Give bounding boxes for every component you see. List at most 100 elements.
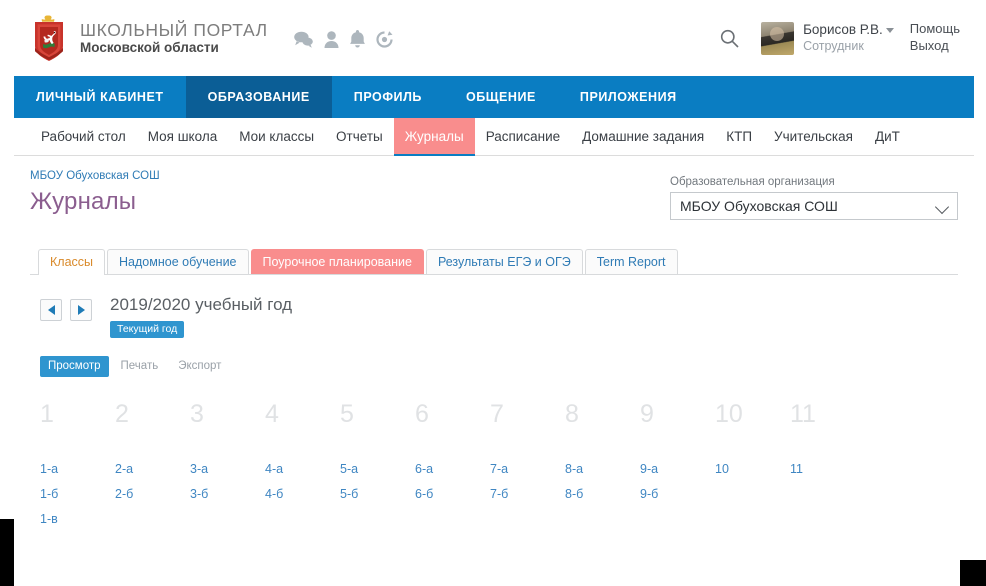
user-menu[interactable]: Борисов Р.В. Сотрудник <box>761 21 894 55</box>
subnav-item-dit[interactable]: ДиТ <box>864 118 911 155</box>
next-year-button[interactable] <box>70 299 92 321</box>
tab-bar: Классы Надомное обучение Поурочное плани… <box>30 248 958 275</box>
organization-selected-value: МБОУ Обуховская СОШ <box>680 198 838 214</box>
grade-column-3: 3 3-а 3-б <box>190 399 265 532</box>
export-button[interactable]: Экспорт <box>170 356 229 377</box>
subnav-item-moya-shkola[interactable]: Моя школа <box>137 118 228 155</box>
arrow-right-icon <box>77 305 85 315</box>
brand-subtitle: Московской области <box>80 40 219 56</box>
logout-link[interactable]: Выход <box>910 38 960 55</box>
grade-column-10: 10 10 <box>715 399 790 532</box>
subnav-item-ktp[interactable]: КТП <box>715 118 763 155</box>
grade-column-9: 9 9-а 9-б <box>640 399 715 532</box>
class-link[interactable]: 1-в <box>40 507 115 532</box>
page-edge-right <box>960 560 986 586</box>
organization-select[interactable]: МБОУ Обуховская СОШ <box>670 192 958 220</box>
class-link[interactable]: 7-а <box>490 457 565 482</box>
class-grid: 1 1-а 1-б 1-в 2 2-а 2-б 3 3-а 3-б 4 4-а … <box>30 399 958 532</box>
main-content: МБОУ Обуховская СОШ Журналы Образователь… <box>14 156 974 532</box>
subnav-item-raspisanie[interactable]: Расписание <box>475 118 571 155</box>
tab-term-report[interactable]: Term Report <box>584 249 678 274</box>
class-link[interactable]: 3-б <box>190 482 265 507</box>
subnav-item-domashnie-zadaniya[interactable]: Домашние задания <box>571 118 715 155</box>
user-role: Сотрудник <box>803 38 864 53</box>
organization-picker: Образовательная организация МБОУ Обуховс… <box>670 176 958 220</box>
page-root: ШКОЛЬНЫЙ ПОРТАЛ Московской области Борис… <box>14 0 974 586</box>
class-link[interactable]: 5-б <box>340 482 415 507</box>
notifications-icon[interactable] <box>349 30 365 48</box>
mainnav-item-lichny-kabinet[interactable]: ЛИЧНЫЙ КАБИНЕТ <box>14 76 186 118</box>
class-link[interactable]: 1-а <box>40 457 115 482</box>
header-right-group: Борисов Р.В. Сотрудник Помощь Выход <box>714 21 974 55</box>
tab-klassy[interactable]: Классы <box>38 249 106 275</box>
grade-column-1: 1 1-а 1-б 1-в <box>40 399 115 532</box>
avatar <box>761 21 795 55</box>
mainnav-item-prilozheniya[interactable]: ПРИЛОЖЕНИЯ <box>558 76 699 118</box>
mainnav-item-profil[interactable]: ПРОФИЛЬ <box>332 76 444 118</box>
class-link[interactable]: 8-а <box>565 457 640 482</box>
header-icon-group <box>293 30 393 48</box>
class-link[interactable]: 9-а <box>640 457 715 482</box>
tab-rezultaty-ege-oge[interactable]: Результаты ЕГЭ и ОГЭ <box>425 249 583 274</box>
brand-block[interactable]: ШКОЛЬНЫЙ ПОРТАЛ Московской области <box>30 14 268 62</box>
tab-pourochnoe-planirovanie[interactable]: Поурочное планирование <box>250 249 424 274</box>
grade-number: 4 <box>265 400 279 428</box>
subnav-item-otchety[interactable]: Отчеты <box>325 118 394 155</box>
print-button[interactable]: Печать <box>113 356 167 377</box>
current-year-badge: Текущий год <box>110 321 185 338</box>
grade-number: 6 <box>415 400 429 428</box>
subnav-item-uchitelskaya[interactable]: Учительская <box>763 118 864 155</box>
grade-number: 3 <box>190 400 204 428</box>
messages-icon[interactable] <box>293 31 313 48</box>
grade-column-7: 7 7-а 7-б <box>490 399 565 532</box>
grade-number: 10 <box>715 400 743 428</box>
brand-text: ШКОЛЬНЫЙ ПОРТАЛ Московской области <box>80 19 268 56</box>
class-link[interactable]: 8-б <box>565 482 640 507</box>
subnav-item-moi-klassy[interactable]: Мои классы <box>228 118 325 155</box>
class-link[interactable]: 6-б <box>415 482 490 507</box>
organization-label: Образовательная организация <box>670 176 835 188</box>
grade-column-2: 2 2-а 2-б <box>115 399 190 532</box>
prev-year-button[interactable] <box>40 299 62 321</box>
class-link[interactable]: 6-а <box>415 457 490 482</box>
grade-number: 8 <box>565 400 579 428</box>
brand-title: ШКОЛЬНЫЙ ПОРТАЛ <box>80 19 268 40</box>
mainnav-item-obrazovanie[interactable]: ОБРАЗОВАНИЕ <box>185 76 332 118</box>
tab-nadomnoe-obuchenie[interactable]: Надомное обучение <box>107 249 249 274</box>
class-link[interactable]: 11 <box>790 457 865 482</box>
class-link[interactable]: 5-а <box>340 457 415 482</box>
coat-of-arms-icon <box>35 15 63 61</box>
subnav-item-zhurnaly[interactable]: Журналы <box>393 118 475 156</box>
grade-number: 2 <box>115 400 129 428</box>
class-link[interactable]: 10 <box>715 457 790 482</box>
grade-number: 1 <box>40 400 54 428</box>
chevron-down-icon <box>934 199 950 215</box>
class-link[interactable]: 4-а <box>265 457 340 482</box>
main-navigation: ЛИЧНЫЙ КАБИНЕТ ОБРАЗОВАНИЕ ПРОФИЛЬ ОБЩЕН… <box>14 76 974 118</box>
grade-column-6: 6 6-а 6-б <box>415 399 490 532</box>
class-link[interactable]: 1-б <box>40 482 115 507</box>
class-link[interactable]: 4-б <box>265 482 340 507</box>
chevron-down-icon[interactable] <box>885 27 894 33</box>
search-icon[interactable] <box>714 27 745 50</box>
class-link[interactable]: 2-б <box>115 482 190 507</box>
grade-number: 7 <box>490 400 504 428</box>
class-link[interactable]: 3-а <box>190 457 265 482</box>
grade-number: 5 <box>340 400 354 428</box>
class-link[interactable]: 9-б <box>640 482 715 507</box>
contacts-icon[interactable] <box>324 30 339 48</box>
year-block: 2019/2020 учебный год Текущий год <box>110 295 292 338</box>
class-link[interactable]: 7-б <box>490 482 565 507</box>
subnav-item-rabochiy-stol[interactable]: Рабочий стол <box>30 118 137 155</box>
help-link[interactable]: Помощь <box>910 21 960 38</box>
view-button[interactable]: Просмотр <box>40 356 109 377</box>
grade-number: 9 <box>640 400 654 428</box>
sub-navigation: Рабочий стол Моя школа Мои классы Отчеты… <box>14 118 974 156</box>
globe-icon[interactable] <box>376 30 393 48</box>
class-link[interactable]: 2-а <box>115 457 190 482</box>
arrow-left-icon <box>47 305 55 315</box>
help-links: Помощь Выход <box>910 21 960 55</box>
mainnav-item-obshenie[interactable]: ОБЩЕНИЕ <box>444 76 558 118</box>
grade-column-4: 4 4-а 4-б <box>265 399 340 532</box>
user-name: Борисов Р.В. <box>803 21 883 37</box>
